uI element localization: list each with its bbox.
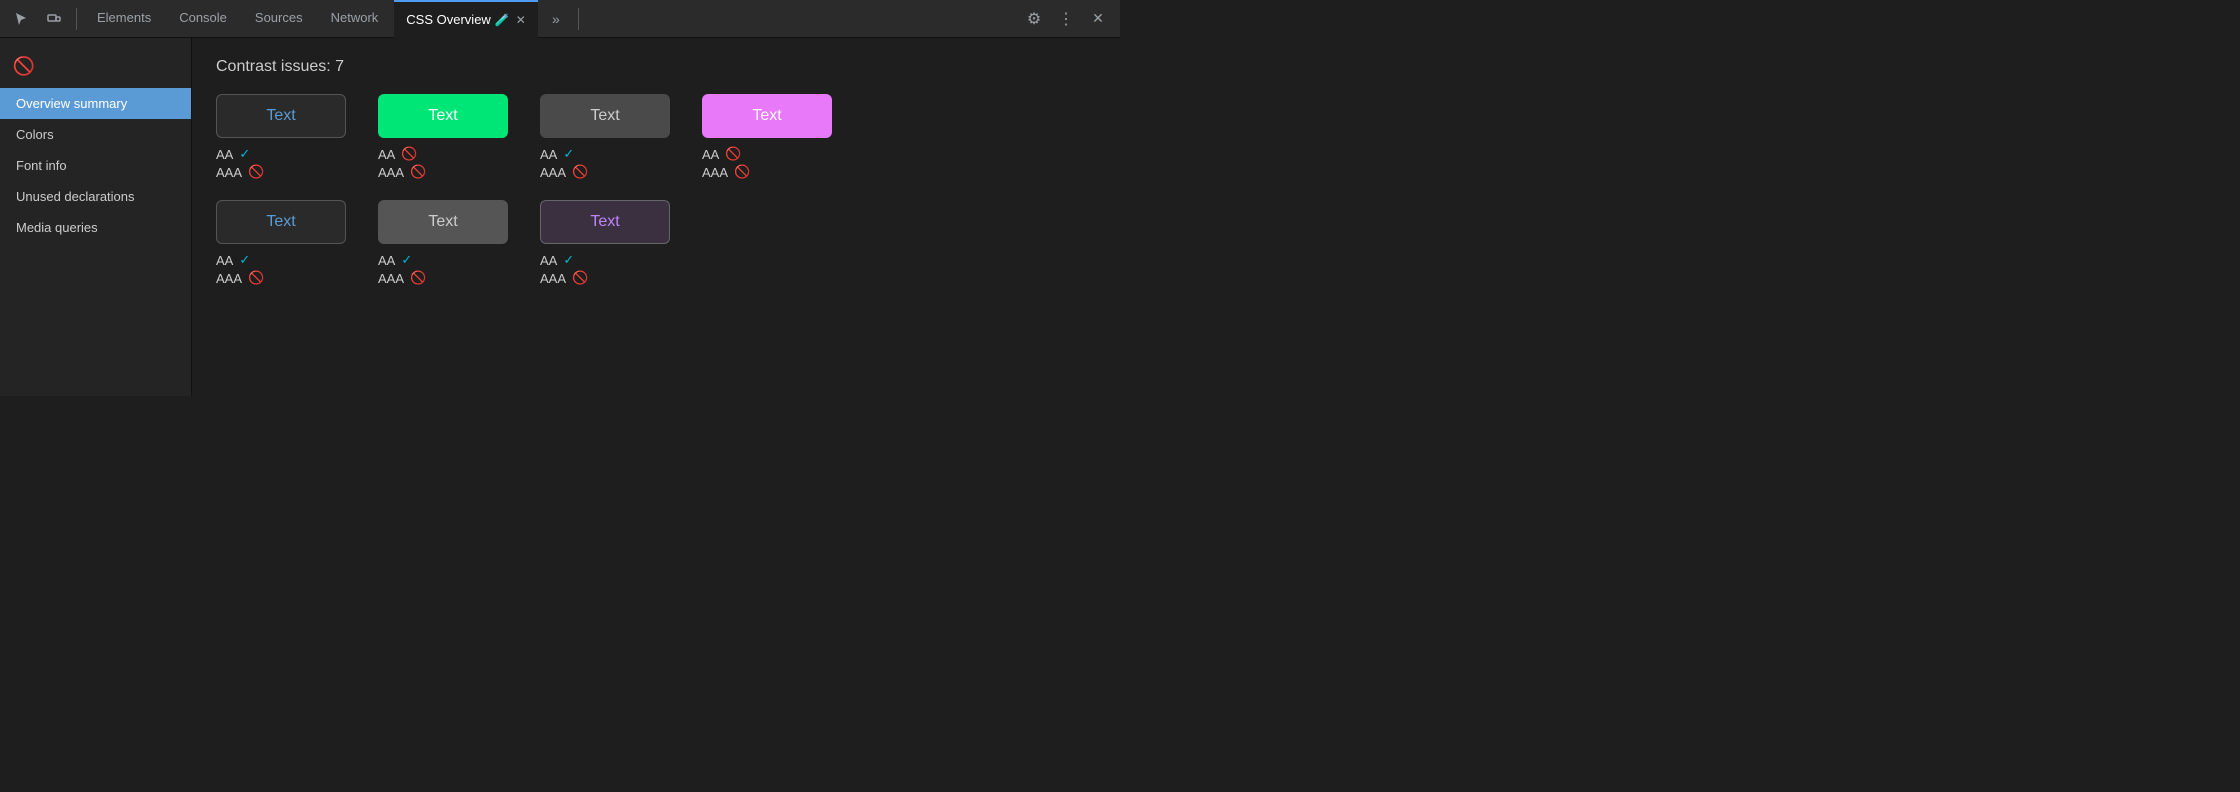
- aaa-rating-1: AAA 🚫: [216, 164, 346, 180]
- sidebar-item-font-info[interactable]: Font info: [0, 150, 191, 181]
- contrast-item-6: Text AA ✓ AAA 🚫: [378, 200, 508, 286]
- aaa-fail-icon-5: 🚫: [248, 270, 264, 286]
- contrast-item-1: Text AA ✓ AAA 🚫: [216, 94, 346, 180]
- aa-fail-icon-4: 🚫: [725, 146, 741, 162]
- sidebar-item-colors[interactable]: Colors: [0, 119, 191, 150]
- aa-pass-icon-5: ✓: [239, 252, 250, 268]
- aaa-fail-icon-4: 🚫: [734, 164, 750, 180]
- contrast-row-1: Text AA ✓ AAA 🚫: [216, 94, 1096, 180]
- contrast-btn-5[interactable]: Text: [216, 200, 346, 244]
- aa-rating-3: AA ✓: [540, 146, 670, 162]
- close-devtools-icon[interactable]: ✕: [1084, 5, 1112, 33]
- more-menu-icon[interactable]: ⋮: [1052, 5, 1080, 33]
- aaa-fail-icon-7: 🚫: [572, 270, 588, 286]
- toolbar-right-actions: ⚙ ⋮ ✕: [1020, 5, 1112, 33]
- rating-row-4: AA 🚫 AAA 🚫: [702, 146, 832, 180]
- devtools-toolbar: Elements Console Sources Network CSS Ove…: [0, 0, 1120, 38]
- aa-pass-icon-6: ✓: [401, 252, 412, 268]
- rating-row-1: AA ✓ AAA 🚫: [216, 146, 346, 180]
- aa-pass-icon-7: ✓: [563, 252, 574, 268]
- tab-close-icon[interactable]: ✕: [516, 13, 526, 27]
- aa-rating-6: AA ✓: [378, 252, 508, 268]
- aaa-rating-5: AAA 🚫: [216, 270, 346, 286]
- aaa-fail-icon-3: 🚫: [572, 164, 588, 180]
- main-layout: 🚫 Overview summary Colors Font info Unus…: [0, 38, 1120, 396]
- contrast-btn-4[interactable]: Text: [702, 94, 832, 138]
- aa-rating-5: AA ✓: [216, 252, 346, 268]
- aa-pass-icon-3: ✓: [563, 146, 574, 162]
- sidebar-item-media-queries[interactable]: Media queries: [0, 212, 191, 243]
- contrast-grid: Text AA ✓ AAA 🚫: [216, 94, 1096, 286]
- rating-row-7: AA ✓ AAA 🚫: [540, 252, 670, 286]
- sidebar: 🚫 Overview summary Colors Font info Unus…: [0, 38, 192, 396]
- rating-row-5: AA ✓ AAA 🚫: [216, 252, 346, 286]
- more-tabs-icon[interactable]: »: [542, 5, 570, 33]
- sidebar-top: 🚫: [0, 44, 191, 88]
- aaa-rating-3: AAA 🚫: [540, 164, 670, 180]
- toolbar-divider-2: [578, 8, 579, 30]
- device-toggle-icon[interactable]: [40, 5, 68, 33]
- contrast-item-5: Text AA ✓ AAA 🚫: [216, 200, 346, 286]
- aa-fail-icon-2: 🚫: [401, 146, 417, 162]
- contrast-item-4: Text AA 🚫 AAA 🚫: [702, 94, 832, 180]
- contrast-btn-7[interactable]: Text: [540, 200, 670, 244]
- aaa-fail-icon-2: 🚫: [410, 164, 426, 180]
- tab-css-overview[interactable]: CSS Overview 🧪 ✕: [394, 0, 538, 38]
- cursor-tool-icon[interactable]: [8, 5, 36, 33]
- aa-rating-1: AA ✓: [216, 146, 346, 162]
- contrast-row-2: Text AA ✓ AAA 🚫: [216, 200, 1096, 286]
- tab-console[interactable]: Console: [167, 0, 239, 38]
- tab-elements[interactable]: Elements: [85, 0, 163, 38]
- sidebar-item-overview-summary[interactable]: Overview summary: [0, 88, 191, 119]
- contrast-btn-6[interactable]: Text: [378, 200, 508, 244]
- contrast-item-7: Text AA ✓ AAA 🚫: [540, 200, 670, 286]
- aaa-rating-6: AAA 🚫: [378, 270, 508, 286]
- rating-row-2: AA 🚫 AAA 🚫: [378, 146, 508, 180]
- contrast-btn-1[interactable]: Text: [216, 94, 346, 138]
- contrast-item-2: Text AA 🚫 AAA 🚫: [378, 94, 508, 180]
- aa-rating-4: AA 🚫: [702, 146, 832, 162]
- tab-sources[interactable]: Sources: [243, 0, 315, 38]
- aa-pass-icon-1: ✓: [239, 146, 250, 162]
- rating-row-3: AA ✓ AAA 🚫: [540, 146, 670, 180]
- contrast-btn-3[interactable]: Text: [540, 94, 670, 138]
- aaa-rating-4: AAA 🚫: [702, 164, 832, 180]
- settings-icon[interactable]: ⚙: [1020, 5, 1048, 33]
- contrast-issues-title: Contrast issues: 7: [216, 58, 1096, 76]
- contrast-btn-2[interactable]: Text: [378, 94, 508, 138]
- aa-rating-7: AA ✓: [540, 252, 670, 268]
- flask-icon: 🧪: [495, 13, 510, 27]
- rating-row-6: AA ✓ AAA 🚫: [378, 252, 508, 286]
- aaa-rating-7: AAA 🚫: [540, 270, 670, 286]
- aaa-rating-2: AAA 🚫: [378, 164, 508, 180]
- contrast-item-3: Text AA ✓ AAA 🚫: [540, 94, 670, 180]
- tab-network[interactable]: Network: [319, 0, 391, 38]
- aa-rating-2: AA 🚫: [378, 146, 508, 162]
- aaa-fail-icon-6: 🚫: [410, 270, 426, 286]
- content-area: Contrast issues: 7 Text AA ✓ AAA: [192, 38, 1120, 396]
- sidebar-item-unused-declarations[interactable]: Unused declarations: [0, 181, 191, 212]
- toolbar-divider-1: [76, 8, 77, 30]
- stop-capture-icon[interactable]: 🚫: [10, 52, 38, 80]
- aaa-fail-icon-1: 🚫: [248, 164, 264, 180]
